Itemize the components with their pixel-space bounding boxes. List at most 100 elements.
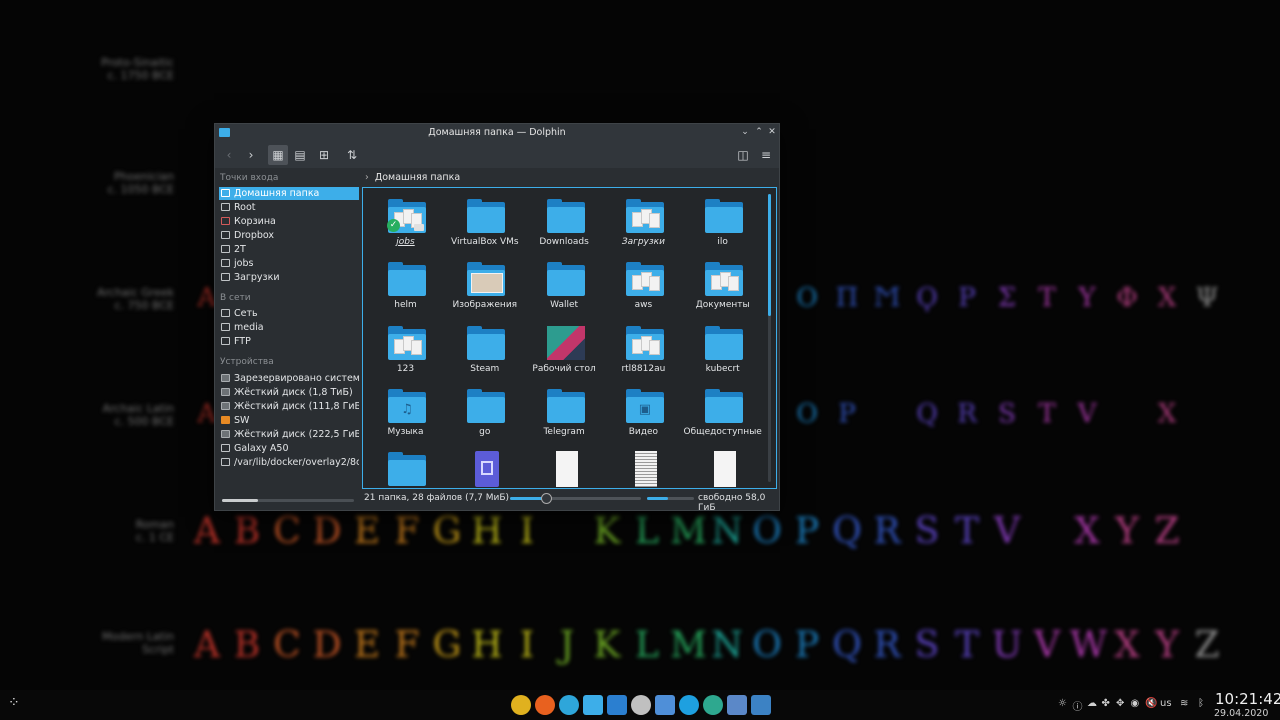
view-details-button[interactable]: ⊞	[314, 145, 334, 165]
place-icon	[221, 231, 230, 239]
folder-item[interactable]: 123	[366, 318, 445, 380]
devices-item[interactable]: /var/lib/docker/overlay2/8c3b5	[219, 456, 359, 469]
folder-item[interactable]: aws	[604, 254, 683, 316]
breadcrumb-home[interactable]: Домашняя папка	[375, 172, 460, 183]
devices-item[interactable]: SW	[219, 414, 359, 427]
devices-item[interactable]: Galaxy A50	[219, 442, 359, 455]
free-space-bar	[647, 497, 694, 500]
devices-item[interactable]: Зарезервировано системой	[219, 372, 359, 385]
forward-button[interactable]: ›	[241, 145, 261, 165]
file-item[interactable]	[604, 444, 683, 488]
folder-item[interactable]: Изображения	[445, 254, 524, 316]
places-item[interactable]: Домашняя папка	[219, 187, 359, 200]
wallpaper-letter: H	[471, 625, 503, 666]
wallpaper-letter: S	[998, 399, 1016, 429]
night-color-icon[interactable]: ☼	[1058, 698, 1067, 709]
folder-item[interactable]: kubecrt	[683, 318, 762, 380]
chrome-icon[interactable]	[511, 695, 531, 715]
folder-item[interactable]: Загрузки	[604, 191, 683, 253]
view-compact-button[interactable]: ▤	[290, 145, 310, 165]
network-tray-icon[interactable]: ✤	[1102, 698, 1110, 709]
folder-item[interactable]: Telegram	[525, 381, 604, 443]
sidebar-scrollbar[interactable]	[222, 499, 354, 502]
folder-item[interactable]: ilo	[683, 191, 762, 253]
file-item[interactable]	[683, 444, 762, 488]
clock-date[interactable]: 29.04.2020	[1214, 708, 1268, 719]
network-item[interactable]: Сеть	[219, 307, 359, 320]
folder-item[interactable]: go	[445, 381, 524, 443]
places-item[interactable]: Dropbox	[219, 229, 359, 242]
zoom-slider[interactable]	[510, 493, 641, 504]
folder-item[interactable]: Рабочий стол	[525, 318, 604, 380]
folder-item[interactable]: Wallet	[525, 254, 604, 316]
devices-item[interactable]: Жёсткий диск (111,8 ГиБ)	[219, 400, 359, 413]
file-item[interactable]	[445, 444, 524, 488]
bluetooth-icon[interactable]: ᛒ	[1198, 698, 1204, 709]
dolphin-icon[interactable]	[583, 695, 603, 715]
document-icon	[467, 451, 505, 488]
application-launcher-icon[interactable]: ⁘	[8, 695, 20, 711]
wallpaper-letter: Σ	[997, 283, 1017, 313]
sidebar-scrollbar-thumb[interactable]	[222, 499, 258, 502]
folder-item[interactable]	[366, 444, 445, 488]
vscode-icon[interactable]	[607, 695, 627, 715]
folder-item[interactable]: Steam	[445, 318, 524, 380]
back-button[interactable]: ‹	[219, 145, 239, 165]
folder-item[interactable]: ▣ Видео	[604, 381, 683, 443]
file-view[interactable]: ✓ jobs VirtualBox VMs Downloads Загрузки ilo h…	[362, 187, 777, 489]
maximize-button[interactable]: ⌃	[753, 126, 765, 138]
telegram-icon[interactable]	[559, 695, 579, 715]
folder-item[interactable]: rtl8812au	[604, 318, 683, 380]
notifications-icon[interactable]: ⓘ	[1073, 698, 1083, 713]
folder-icon: ▣	[625, 388, 664, 425]
folder-item[interactable]: helm	[366, 254, 445, 316]
skype-tray-icon[interactable]: ◉	[1131, 698, 1140, 709]
cloud-sync-icon[interactable]: ☁	[1087, 698, 1097, 709]
slack-tray-icon[interactable]: ✥	[1116, 698, 1124, 709]
zoom-slider-handle[interactable]	[541, 493, 553, 504]
wallpaper-letter: I	[519, 511, 535, 552]
minimize-button[interactable]: ⌄	[739, 126, 751, 138]
mail-icon[interactable]	[655, 695, 675, 715]
breadcrumb-chevron-icon[interactable]: ›	[365, 172, 369, 183]
split-view-button[interactable]: ◫	[733, 145, 753, 165]
remote-desktop-icon[interactable]	[751, 695, 771, 715]
folder-item[interactable]: Downloads	[525, 191, 604, 253]
places-item[interactable]: jobs	[219, 257, 359, 270]
folder-item[interactable]: Общедоступные	[683, 381, 762, 443]
keyboard-layout-indicator[interactable]: us	[1160, 698, 1172, 709]
clock-time[interactable]: 10:21:42	[1215, 690, 1280, 708]
firefox-icon[interactable]	[535, 695, 555, 715]
sort-button[interactable]: ⇅	[342, 145, 362, 165]
wallpaper-letter: X	[1157, 399, 1177, 429]
places-item[interactable]: 2T	[219, 243, 359, 256]
devices-item[interactable]: Жёсткий диск (222,5 ГиБ)	[219, 428, 359, 441]
folder-item[interactable]: VirtualBox VMs	[445, 191, 524, 253]
title-bar[interactable]: Домашняя папка — Dolphin ⌄ ⌃ ✕	[215, 124, 779, 142]
places-label: Домашняя папка	[234, 188, 320, 199]
file-item[interactable]	[525, 444, 604, 488]
network-item[interactable]: media	[219, 321, 359, 334]
wifi-icon[interactable]: ≋	[1180, 698, 1188, 709]
file-view-scrollbar-thumb[interactable]	[768, 194, 771, 316]
wallpaper-letter: Y	[1155, 625, 1179, 666]
wallpaper-letter: S	[914, 511, 940, 552]
view-icons-button[interactable]: ▦	[268, 145, 288, 165]
file-view-scrollbar[interactable]	[768, 194, 771, 482]
hamburger-menu-button[interactable]: ≡	[756, 145, 776, 165]
devices-item[interactable]: Жёсткий диск (1,8 ТиБ)	[219, 386, 359, 399]
places-item[interactable]: Root	[219, 201, 359, 214]
skype-icon[interactable]	[679, 695, 699, 715]
folder-item[interactable]: ✓ jobs	[366, 191, 445, 253]
folder-item[interactable]: Документы	[683, 254, 762, 316]
folder-item[interactable]: ♫ Музыка	[366, 381, 445, 443]
network-item[interactable]: FTP	[219, 335, 359, 348]
places-item[interactable]: Загрузки	[219, 271, 359, 284]
close-button[interactable]: ✕	[766, 126, 778, 138]
page-thumbnail-icon	[547, 451, 585, 488]
volume-muted-icon[interactable]: 🔇	[1145, 698, 1157, 709]
settings-icon[interactable]	[703, 695, 723, 715]
slack-icon[interactable]	[631, 695, 651, 715]
places-item[interactable]: Корзина	[219, 215, 359, 228]
virt-manager-icon[interactable]	[727, 695, 747, 715]
